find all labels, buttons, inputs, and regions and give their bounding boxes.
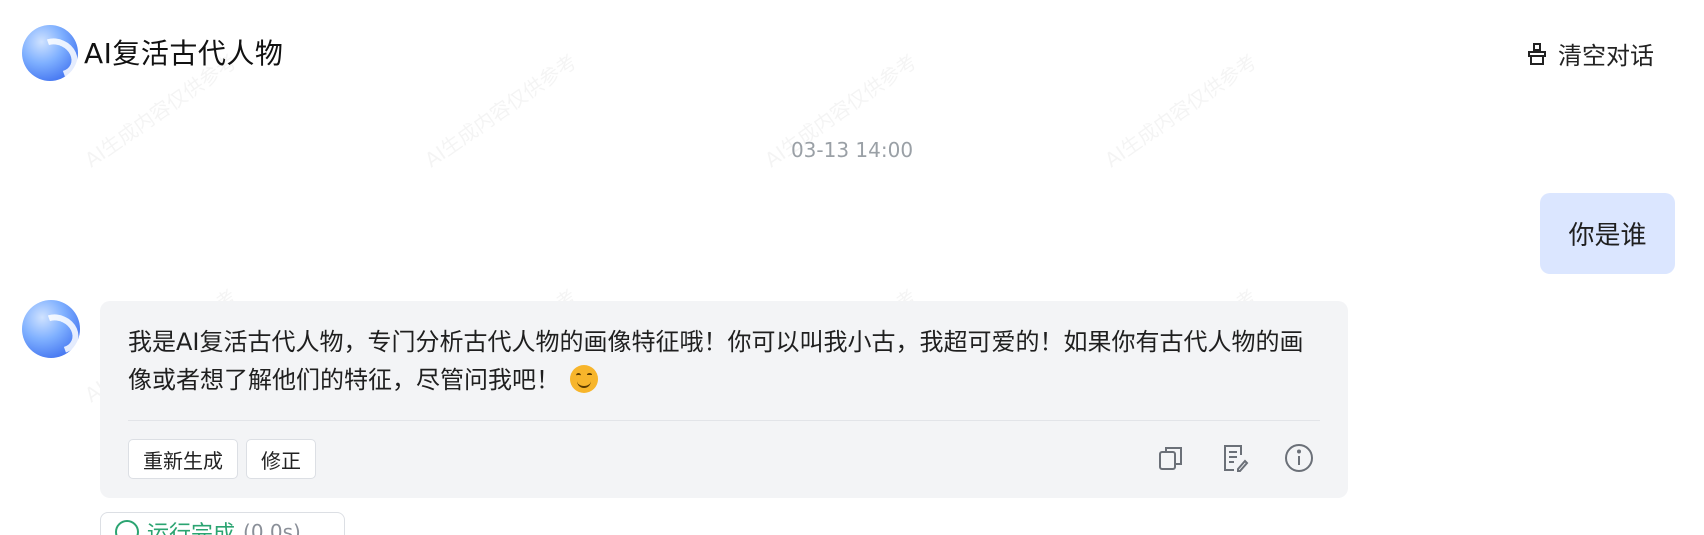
assistant-message: 我是AI复活古代人物，专门分析古代人物的画像特征哦！你可以叫我小古，我超可爱的！… [128,323,1318,399]
run-status-label: 运行完成 [147,522,236,535]
app-logo-icon [22,25,78,81]
divider [128,420,1320,421]
copy-icon[interactable] [1154,441,1188,475]
app-header: AI复活古代人物 清空对话 [0,0,1704,108]
message-actions: 重新生成 修正 [128,439,316,479]
clear-conversation-label: 清空对话 [1558,42,1654,70]
assistant-message-text: 我是AI复活古代人物，专门分析古代人物的画像特征哦！你可以叫我小古，我超可爱的！… [128,328,1304,394]
message-timestamp: 03-13 14:00 [790,138,914,162]
user-message-text: 你是谁 [1568,221,1647,251]
message-tools [1154,441,1316,475]
broom-icon [1526,42,1548,66]
app-title: AI复活古代人物 [84,37,284,70]
user-message-bubble: 你是谁 [1540,193,1675,274]
clear-conversation-button[interactable]: 清空对话 [1526,36,1654,71]
check-circle-icon [115,520,139,535]
edit-note-icon[interactable] [1218,441,1252,475]
revise-button[interactable]: 修正 [246,439,316,479]
info-icon[interactable] [1282,441,1316,475]
run-status-time: (0.0s) [243,520,301,535]
smile-emoji-icon [570,365,598,393]
assistant-avatar [22,300,80,358]
assistant-message-bubble: 我是AI复活古代人物，专门分析古代人物的画像特征哦！你可以叫我小古，我超可爱的！… [100,301,1348,498]
run-status-panel[interactable]: 运行完成 (0.0s) [100,512,345,535]
regenerate-button[interactable]: 重新生成 [128,439,238,479]
